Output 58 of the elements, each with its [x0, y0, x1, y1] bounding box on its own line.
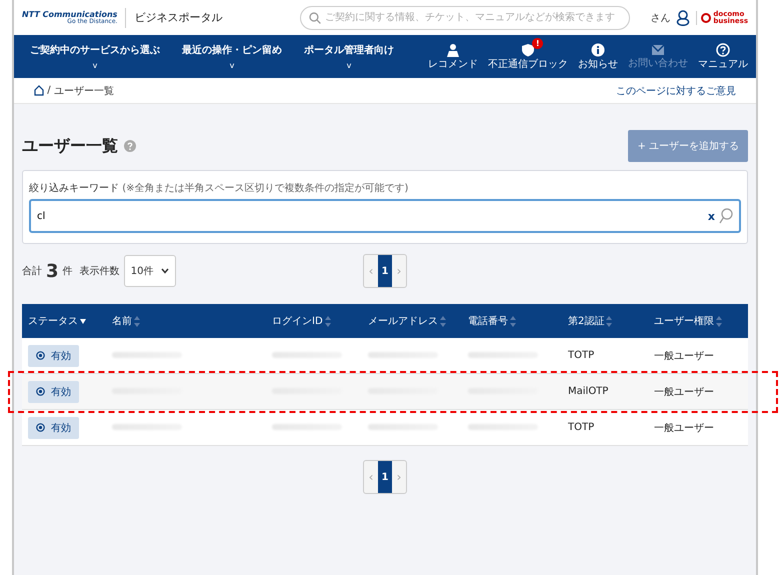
nav-icon-button[interactable]: 不正通信ブロック ! — [486, 35, 570, 78]
feedback-link[interactable]: このページに対するご意見 — [616, 84, 736, 98]
alert-badge: ! — [532, 38, 544, 49]
sort-icon — [716, 316, 722, 327]
per-page-select[interactable]: 10件 — [124, 255, 176, 287]
sort-icon — [440, 316, 446, 327]
search-field[interactable]: ご契約に関する情報、チケット、マニュアルなどが検索できます — [300, 6, 630, 30]
sort-icon — [510, 316, 516, 327]
total-count: 3 — [46, 260, 59, 282]
nav-menu[interactable]: 最近の操作・ピン留め v — [176, 35, 288, 78]
column-header[interactable]: 電話番号 — [462, 304, 562, 338]
mail-icon — [651, 44, 665, 56]
table-cell: MailOTP — [562, 374, 648, 410]
sort-icon — [134, 316, 140, 327]
filter-label: 絞り込みキーワード (※全角または半角スペース区切りで複数条件の指定が可能です) — [29, 182, 410, 195]
portal-title: ビジネスポータル — [134, 10, 222, 25]
sort-down-icon — [80, 318, 86, 324]
column-header[interactable]: ログインID — [266, 304, 362, 338]
help-icon — [716, 42, 730, 56]
table-cell: TOTP — [562, 410, 648, 446]
user-icon[interactable] — [676, 10, 690, 26]
nav-icon-button[interactable]: お知らせ — [576, 35, 620, 78]
column-header[interactable]: 第2認証 — [562, 304, 648, 338]
breadcrumb-current: ユーザー一覧 — [54, 84, 114, 98]
keyword-field[interactable]: cl x — [29, 199, 741, 233]
sort-icon — [324, 316, 331, 327]
page-button[interactable]: 1 — [378, 461, 392, 493]
column-header[interactable]: ユーザー権限 — [648, 304, 748, 338]
per-page-label: 表示件数 — [78, 264, 120, 278]
status-badge: 有効 — [28, 344, 79, 366]
chevron-down-icon — [161, 268, 170, 274]
table-cell: 一般ユーザー — [648, 410, 748, 446]
page-title: ユーザー一覧 — [22, 136, 118, 156]
person-icon — [446, 42, 460, 56]
nav-menu[interactable]: ご契約中のサービスから選ぶ v — [24, 35, 166, 78]
breadcrumb-separator: / — [46, 85, 52, 96]
status-badge: 有効 — [28, 380, 79, 402]
home-icon[interactable] — [34, 85, 44, 96]
nav-menu[interactable]: ポータル管理者向け v — [298, 35, 400, 78]
search-icon — [309, 12, 322, 24]
status-badge: 有効 — [28, 416, 79, 438]
logo-text: NTT Communications — [22, 10, 118, 18]
total-unit: 件 — [62, 265, 73, 278]
total-label: 合計 — [22, 264, 42, 278]
column-header[interactable]: ステータス — [22, 304, 106, 338]
column-header[interactable]: 名前 — [106, 304, 266, 338]
nav-icon-button[interactable]: レコメンド — [426, 35, 480, 78]
info-icon — [591, 42, 605, 56]
clear-button[interactable]: x — [704, 210, 719, 222]
brand-logo-icon — [701, 12, 712, 22]
table-cell: 一般ユーザー — [648, 374, 748, 410]
sort-icon — [606, 316, 612, 327]
user-name: さん — [650, 12, 670, 24]
search-icon[interactable] — [719, 208, 733, 224]
column-header[interactable]: メールアドレス — [362, 304, 462, 338]
nav-icon-button[interactable]: マニュアル — [696, 35, 750, 78]
shield-icon — [521, 42, 535, 56]
page-button[interactable]: 1 — [378, 255, 392, 287]
